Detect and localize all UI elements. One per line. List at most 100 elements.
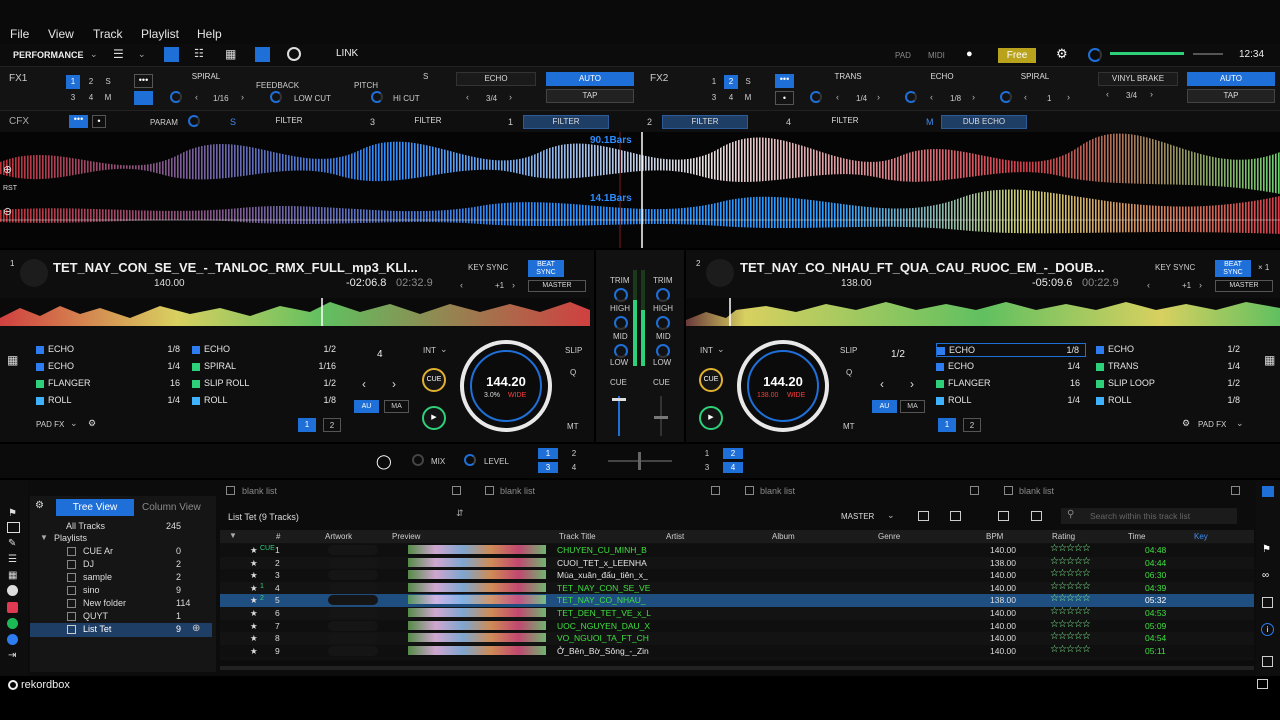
overview-waveform[interactable] [0,298,590,326]
trim-knob[interactable] [656,288,670,302]
chevron-right-icon[interactable]: › [392,377,396,391]
horizontal-scrollbar[interactable] [220,666,1254,670]
chevron-right-icon[interactable]: › [910,377,914,391]
pad-fx-select[interactable]: PAD FX [36,420,64,429]
cfx-dot-button[interactable]: • [92,115,106,128]
fx1-effect2-select[interactable]: ECHO [456,72,536,86]
menu-playlist[interactable]: Playlist [141,27,179,41]
more-icon[interactable]: ••• [69,115,88,128]
panel-icon[interactable] [1262,656,1273,667]
gear-icon[interactable]: ⚙ [88,418,96,429]
favorite-star-icon[interactable]: ★ [250,595,258,606]
master-tempo-button[interactable]: MT [843,422,855,431]
preview-waveform[interactable] [408,557,546,567]
auto-beat-button[interactable]: AU [354,400,379,413]
pad-grid-icon[interactable]: ▦ [1264,353,1275,367]
beat-sync-button[interactable]: BEAT SYNC [1215,260,1251,277]
favorite-star-icon[interactable]: ★ [250,633,258,644]
preview-waveform[interactable] [408,620,546,630]
shield-icon[interactable]: ● [966,48,973,60]
preview-waveform[interactable] [408,608,546,617]
playlist-item-selected[interactable]: List Tet 9 ⊕ [30,623,212,637]
play-button[interactable]: ▶ [699,406,723,430]
list-view-icon[interactable] [1262,486,1274,497]
pad-slot[interactable]: TRANS 1/4 [1096,360,1246,375]
playlist-item[interactable]: QUYT 1 [66,611,212,623]
column-view-icon[interactable] [998,511,1009,521]
pad-bank-1[interactable]: 1 [298,418,316,432]
fx2-knob[interactable] [905,91,917,103]
cfx-filter-select-active[interactable]: FILTER [662,115,748,129]
filter-icon[interactable]: ▼ [229,531,237,540]
favorite-star-icon[interactable]: ★ [250,570,258,581]
table-row[interactable]: ★ 2 5 TET_NAY_CO_NHAU_ 138.00 ☆☆☆☆☆ 05:32 [220,593,1254,607]
all-tracks-item[interactable]: All Tracks [66,521,105,531]
mixer-icon[interactable]: ☷ [194,47,209,62]
eq-knob[interactable] [656,316,670,330]
chevron-right-icon[interactable]: › [512,280,515,290]
link-icon[interactable]: ∞ [1262,570,1269,581]
fx2-effect-select-4[interactable]: VINYL BRAKE [1098,72,1178,86]
fx1-s-button[interactable]: S [101,75,115,89]
master-button[interactable]: MASTER [528,280,586,292]
pad-grid-icon[interactable]: ▦ [7,353,18,367]
fx2-deck-1[interactable]: 1 [707,75,721,89]
fx2-effect-select-1[interactable]: TRANS [808,71,888,85]
chevron-left-icon[interactable]: ‹ [195,92,198,102]
favorite-star-icon[interactable]: ★ [250,558,258,569]
zoom-out-icon[interactable]: ⊖ [3,205,12,218]
fx2-on-button[interactable]: • [775,91,794,105]
col-rating[interactable]: Rating [1052,532,1075,541]
key-sync-button[interactable]: KEY SYNC [1155,263,1195,272]
chevron-right-icon[interactable]: › [241,92,244,102]
chevron-down-icon[interactable]: ⌄ [717,344,725,355]
int-button[interactable]: INT [700,346,713,355]
favorite-star-icon[interactable]: ★ [250,583,258,594]
pad-slot[interactable]: ROLL 1/8 [1096,394,1246,409]
jog-wheel[interactable]: 144.20 138.00 WIDE [737,340,829,432]
blank-list-tab[interactable]: blank list [760,486,795,496]
col-artist[interactable]: Artist [666,532,684,541]
deck-select-4[interactable]: 4 [564,462,584,473]
plan-badge[interactable]: Free [998,48,1036,63]
fader-handle[interactable] [612,398,626,401]
favorite-star-icon[interactable]: ★ [250,545,258,556]
list-icon[interactable] [970,486,979,495]
gear-icon[interactable]: ⚙ [1056,46,1068,62]
history-icon[interactable] [7,585,18,596]
eq-knob[interactable] [614,344,628,358]
cfx-filter-select-active[interactable]: FILTER [523,115,609,129]
grid-icon[interactable]: ▦ [8,570,17,581]
sort-icon[interactable]: ⇵ [456,508,464,519]
pad-bank-2[interactable]: 2 [323,418,341,432]
pad-slot[interactable]: ECHO 1/2 [192,343,342,358]
pad-slot[interactable]: ECHO 1/4 [936,360,1086,375]
fx2-effect-select-3[interactable]: SPIRAL [995,71,1075,85]
fx2-deck-4[interactable]: 4 [724,91,738,105]
sampler-icon[interactable] [255,47,270,62]
pad-bank-1[interactable]: 1 [938,418,956,432]
chevron-right-icon[interactable]: › [877,92,880,102]
overview-waveform[interactable] [686,298,1280,326]
triangle-down-icon[interactable]: ▼ [40,533,48,542]
playlists-folder[interactable]: Playlists [54,533,87,543]
pad-slot[interactable]: SPIRAL 1/16 [192,360,342,375]
cue-button[interactable]: CUE [422,368,446,392]
table-row[interactable]: ★ 3 Mùa_xuân_đấu_tiên_x_ 140.00 ☆☆☆☆☆ 06:30 [220,568,1254,582]
fx1-deck-1[interactable]: 1 [66,75,80,89]
pad-slot[interactable]: ECHO 1/2 [1096,343,1246,358]
pad-slot[interactable]: FLANGER 16 [936,377,1086,392]
fx2-s-button[interactable]: S [741,75,755,89]
fx1-effect-select[interactable]: SPIRAL [166,71,246,85]
menu-file[interactable]: File [10,27,29,41]
chevron-left-icon[interactable]: ‹ [362,377,366,391]
link-button[interactable]: LINK [336,48,358,59]
preview-waveform[interactable] [408,570,546,580]
pad-slot[interactable]: ECHO 1/4 [36,360,186,375]
chevron-down-icon[interactable]: ⌄ [138,49,146,60]
more-icon[interactable]: ••• [134,74,153,88]
search-field[interactable]: ⚲ Search within this track list [1061,508,1237,524]
tree-view-tab[interactable]: Tree View [56,499,134,516]
rating-stars[interactable]: ☆☆☆☆☆ [1050,631,1090,642]
list-icon[interactable] [1231,486,1240,495]
